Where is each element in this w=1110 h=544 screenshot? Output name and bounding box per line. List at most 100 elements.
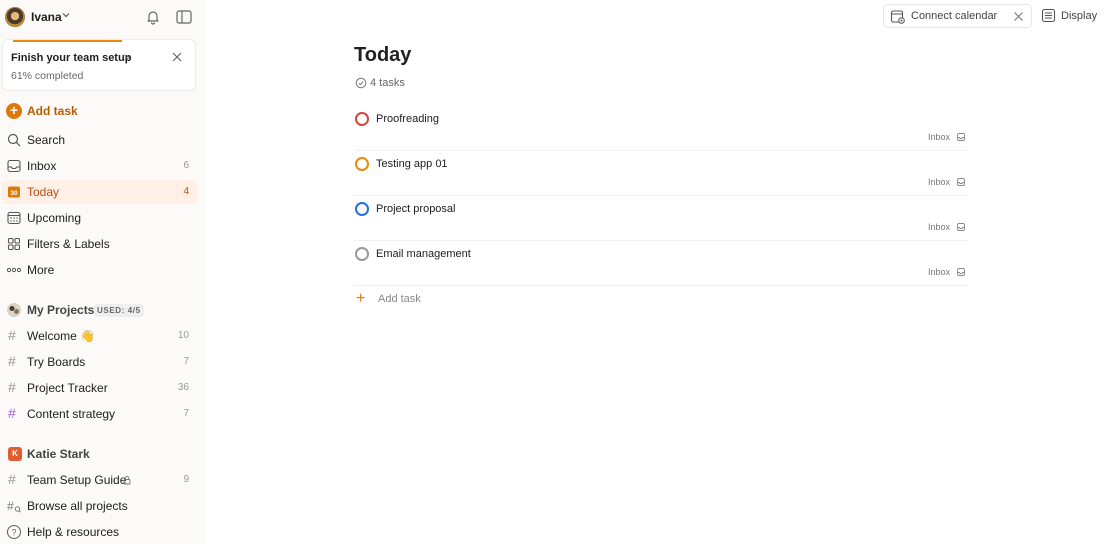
add-task-label: Add task [378, 293, 421, 305]
inbox-count: 6 [183, 160, 189, 171]
task-checkbox[interactable] [355, 247, 369, 261]
sidebar-toggle-icon[interactable] [175, 8, 193, 26]
task-name[interactable]: Project proposal [376, 203, 456, 215]
add-task-label: Add task [27, 104, 78, 118]
sidebar-item-filters[interactable]: Filters & Labels [2, 232, 197, 256]
sidebar-item-project-tracker[interactable]: # Project Tracker 36 [2, 376, 197, 400]
task-checkbox[interactable] [355, 112, 369, 126]
task-name[interactable]: Testing app 01 [376, 158, 448, 170]
sidebar: Ivana Finish your team setup > 61% compl… [0, 0, 205, 544]
sidebar-item-project-content-strategy[interactable]: # Content strategy 7 [2, 402, 197, 426]
task-project[interactable]: Inbox [928, 132, 950, 142]
my-projects-header[interactable]: My Projects USED: 4/5 [2, 299, 197, 321]
connect-calendar-label: Connect calendar [911, 10, 998, 22]
calendar-add-icon [890, 10, 905, 24]
sidebar-item-label: Inbox [27, 159, 57, 173]
my-projects-title: My Projects [27, 303, 95, 317]
sidebar-item-team-setup-guide[interactable]: # Team Setup Guide 9 [2, 468, 197, 492]
usage-badge: USED: 4/5 [94, 304, 144, 317]
task-checkbox[interactable] [355, 202, 369, 216]
plus-icon: + [6, 103, 22, 119]
task-item[interactable]: Testing app 01 Inbox [354, 151, 968, 196]
calendar-today-icon: 30 [8, 186, 20, 198]
my-projects-avatar-icon [7, 303, 21, 317]
chevron-down-icon[interactable] [61, 10, 71, 20]
user-name[interactable]: Ivana [31, 10, 62, 24]
sidebar-item-browse-projects[interactable]: # Browse all projects [2, 494, 197, 518]
browse-projects-icon: # [7, 499, 21, 513]
project-count: 7 [183, 356, 189, 367]
filters-grid-icon [7, 237, 21, 251]
sidebar-item-label: Search [27, 133, 66, 147]
inbox-icon [957, 133, 965, 141]
sidebar-header: Ivana [0, 0, 205, 34]
project-label: Welcome 👋 [27, 329, 96, 343]
task-item[interactable]: Project proposal Inbox [354, 196, 968, 241]
team-avatar: K [8, 447, 22, 461]
hash-icon: # [8, 471, 16, 487]
project-count: 36 [177, 382, 189, 393]
hash-icon: # [8, 327, 16, 343]
plus-icon: + [356, 290, 366, 307]
today-count: 4 [183, 186, 189, 197]
task-item[interactable]: Email management Inbox [354, 241, 968, 286]
task-project[interactable]: Inbox [928, 177, 950, 187]
help-icon: ? [6, 524, 22, 540]
team-setup-card[interactable]: Finish your team setup > 61% completed [2, 39, 196, 91]
close-icon[interactable] [171, 51, 183, 63]
close-icon[interactable] [1013, 11, 1024, 22]
lock-icon [123, 475, 131, 485]
project-count: 7 [183, 408, 189, 419]
hash-icon: # [8, 405, 16, 421]
task-item[interactable]: Proofreading Inbox [354, 106, 968, 151]
project-count: 10 [177, 330, 189, 341]
setup-title: Finish your team setup [11, 52, 132, 64]
sidebar-item-help[interactable]: ? Help & resources [2, 520, 197, 544]
sidebar-item-label: Help & resources [27, 525, 120, 539]
hash-icon: # [8, 353, 16, 369]
sidebar-item-label: Upcoming [27, 211, 82, 225]
project-count: 9 [183, 474, 189, 485]
project-label: Content strategy [27, 407, 116, 421]
sidebar-item-project-welcome[interactable]: # Welcome 👋 10 [2, 324, 197, 348]
inbox-icon [957, 223, 965, 231]
setup-progress-text: 61% completed [11, 70, 84, 82]
setup-progress-bar [13, 40, 122, 42]
svg-text:#: # [7, 499, 14, 513]
sidebar-item-label: Filters & Labels [27, 237, 110, 251]
sidebar-item-label: Today [27, 185, 60, 199]
bell-icon[interactable] [144, 8, 162, 26]
task-project[interactable]: Inbox [928, 267, 950, 277]
team-title: Katie Stark [27, 447, 90, 461]
project-label: Team Setup Guide [27, 473, 127, 487]
svg-text:?: ? [11, 528, 16, 538]
team-header[interactable]: K Katie Stark [2, 443, 197, 465]
connect-calendar-button[interactable]: Connect calendar [883, 4, 1032, 28]
sidebar-item-search[interactable]: Search [2, 128, 197, 152]
hash-icon: # [8, 379, 16, 395]
add-task-button[interactable]: + Add task [2, 99, 197, 123]
task-name[interactable]: Email management [376, 248, 471, 260]
sidebar-item-today[interactable]: 30 Today 4 [2, 180, 197, 204]
chevron-right-icon: > [124, 52, 131, 64]
sidebar-item-more[interactable]: More [2, 258, 197, 282]
sidebar-item-label: Browse all projects [27, 499, 128, 513]
sidebar-item-project-try-boards[interactable]: # Try Boards 7 [2, 350, 197, 374]
display-label: Display [1061, 10, 1098, 22]
svg-text:30: 30 [10, 190, 18, 197]
sidebar-item-inbox[interactable]: Inbox 6 [2, 154, 197, 178]
check-circle-icon [355, 77, 367, 89]
inbox-icon [957, 268, 965, 276]
task-project[interactable]: Inbox [928, 222, 950, 232]
project-label: Project Tracker [27, 381, 108, 395]
page-title: Today [354, 44, 412, 66]
add-task-inline-button[interactable]: + Add task [354, 290, 554, 310]
display-button[interactable]: Display [1038, 4, 1104, 28]
display-options-icon [1041, 8, 1056, 23]
inbox-icon [7, 159, 21, 173]
inbox-icon [957, 178, 965, 186]
task-checkbox[interactable] [355, 157, 369, 171]
user-avatar[interactable] [5, 7, 25, 27]
task-name[interactable]: Proofreading [376, 113, 439, 125]
sidebar-item-upcoming[interactable]: Upcoming [2, 206, 197, 230]
